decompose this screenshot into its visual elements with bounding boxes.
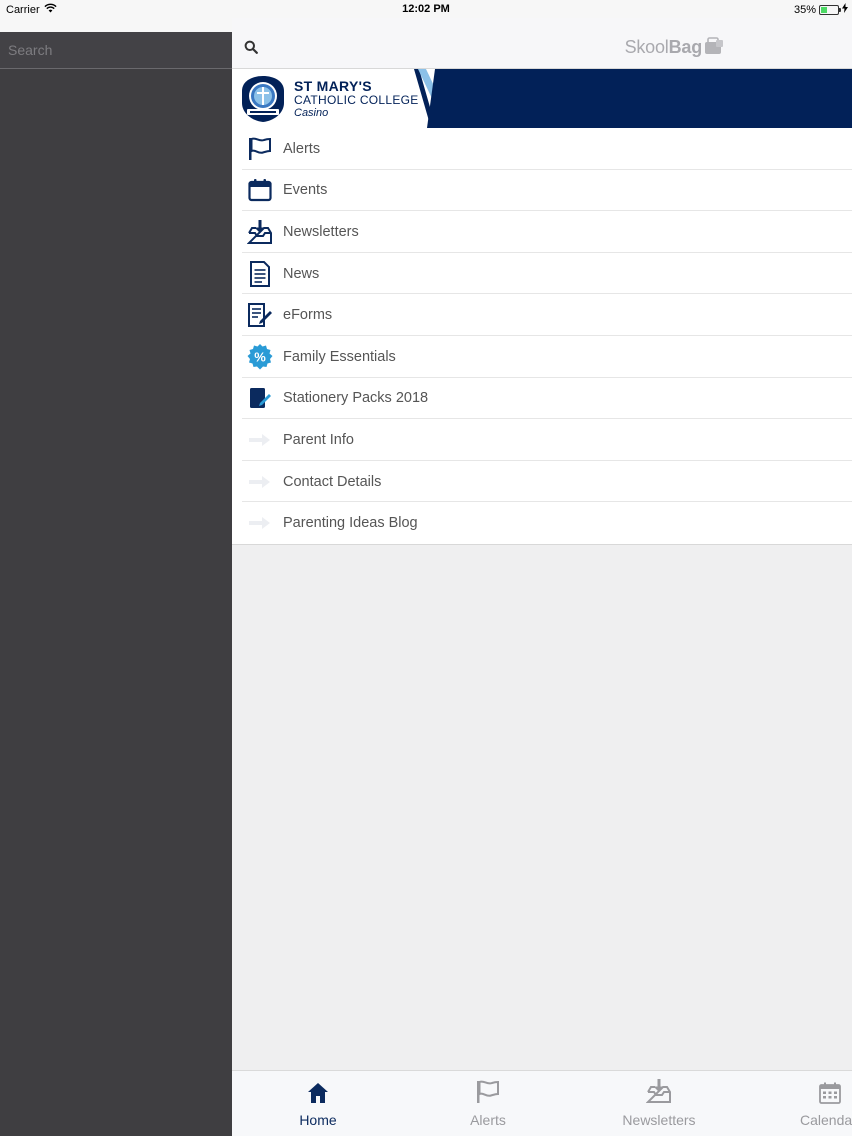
search-icon[interactable] [244, 40, 260, 56]
brand-bold-text: Bag [668, 37, 703, 57]
brand-light-text: Skool [624, 37, 669, 57]
menu-item-contact-details[interactable]: Contact Details [232, 461, 852, 503]
drawer-search-bar [0, 32, 232, 69]
status-time: 12:02 PM [402, 3, 450, 15]
notepad-pen-icon [246, 384, 274, 412]
menu-item-label: Parent Info [283, 431, 354, 448]
menu-item-parenting-ideas-blog[interactable]: Parenting Ideas Blog [232, 502, 852, 544]
menu-item-label: Newsletters [283, 223, 359, 240]
svg-text:%: % [254, 349, 266, 364]
status-bar: Carrier 12:02 PM 35% [0, 0, 852, 18]
tab-alerts[interactable]: Alerts [458, 1080, 518, 1128]
tab-label: Home [299, 1112, 337, 1128]
menu-item-label: Events [283, 182, 328, 199]
drawer-search-input[interactable] [8, 42, 208, 58]
tab-label: Calendar [800, 1112, 852, 1128]
school-location: Casino [294, 107, 329, 119]
bottom-tab-bar: Home Alerts Newsletters Calendar [232, 1070, 852, 1136]
flag-icon [475, 1080, 501, 1107]
menu-item-newsletters[interactable]: Newsletters [232, 211, 852, 253]
battery-icon [819, 4, 841, 15]
menu-item-label: Stationery Packs 2018 [283, 390, 429, 407]
menu-item-parent-info[interactable]: Parent Info [232, 419, 852, 461]
menu-item-events[interactable]: Events [232, 170, 852, 212]
home-icon [307, 1082, 329, 1107]
tab-label: Newsletters [622, 1112, 696, 1128]
menu-item-family-essentials[interactable]: % Family Essentials [232, 336, 852, 378]
main-panel: SkoolBag ST MARY'S CATHOLIC COLLEGE Casi… [232, 18, 852, 1136]
school-name: ST MARY'S CATHOLIC COLLEGE Casino [294, 79, 419, 120]
menu-item-label: eForms [283, 307, 333, 324]
arrow-right-icon [246, 426, 274, 454]
calendar-grid-icon [819, 1082, 841, 1107]
menu-item-news[interactable]: News [232, 253, 852, 295]
menu-item-label: Alerts [283, 140, 321, 157]
main-menu: Alerts Events Newsletters News eForms % … [232, 128, 852, 544]
school-banner: ST MARY'S CATHOLIC COLLEGE Casino [232, 69, 852, 128]
top-nav-bar: SkoolBag [232, 18, 852, 69]
arrow-right-icon [246, 468, 274, 496]
battery-percent: 35% [793, 3, 816, 16]
side-drawer [0, 18, 232, 1136]
school-name-line1: ST MARY'S [294, 78, 372, 94]
tab-newsletters[interactable]: Newsletters [614, 1078, 704, 1128]
menu-item-eforms[interactable]: eForms [232, 294, 852, 336]
menu-item-label: Contact Details [283, 473, 382, 490]
document-icon [246, 260, 274, 288]
menu-item-alerts[interactable]: Alerts [232, 128, 852, 170]
skoolbag-bag-icon [704, 37, 724, 60]
school-name-line2: CATHOLIC COLLEGE [294, 93, 419, 107]
menu-item-stationery-packs[interactable]: Stationery Packs 2018 [232, 378, 852, 420]
inbox-download-icon [246, 218, 274, 246]
charging-bolt-icon [842, 3, 848, 16]
menu-item-label: News [283, 265, 320, 282]
tab-label: Alerts [470, 1112, 506, 1128]
arrow-right-icon [246, 509, 274, 537]
percent-badge-icon: % [246, 343, 274, 371]
menu-item-label: Parenting Ideas Blog [283, 515, 418, 532]
menu-item-label: Family Essentials [283, 348, 396, 365]
inbox-download-icon [645, 1078, 672, 1107]
form-pencil-icon [246, 301, 274, 329]
skoolbag-logo: SkoolBag [624, 37, 703, 58]
school-crest-icon [241, 75, 285, 123]
tab-calendar[interactable]: Calendar [798, 1081, 852, 1128]
tab-home[interactable]: Home [288, 1081, 348, 1128]
calendar-icon [246, 176, 274, 204]
flag-icon [246, 135, 274, 163]
